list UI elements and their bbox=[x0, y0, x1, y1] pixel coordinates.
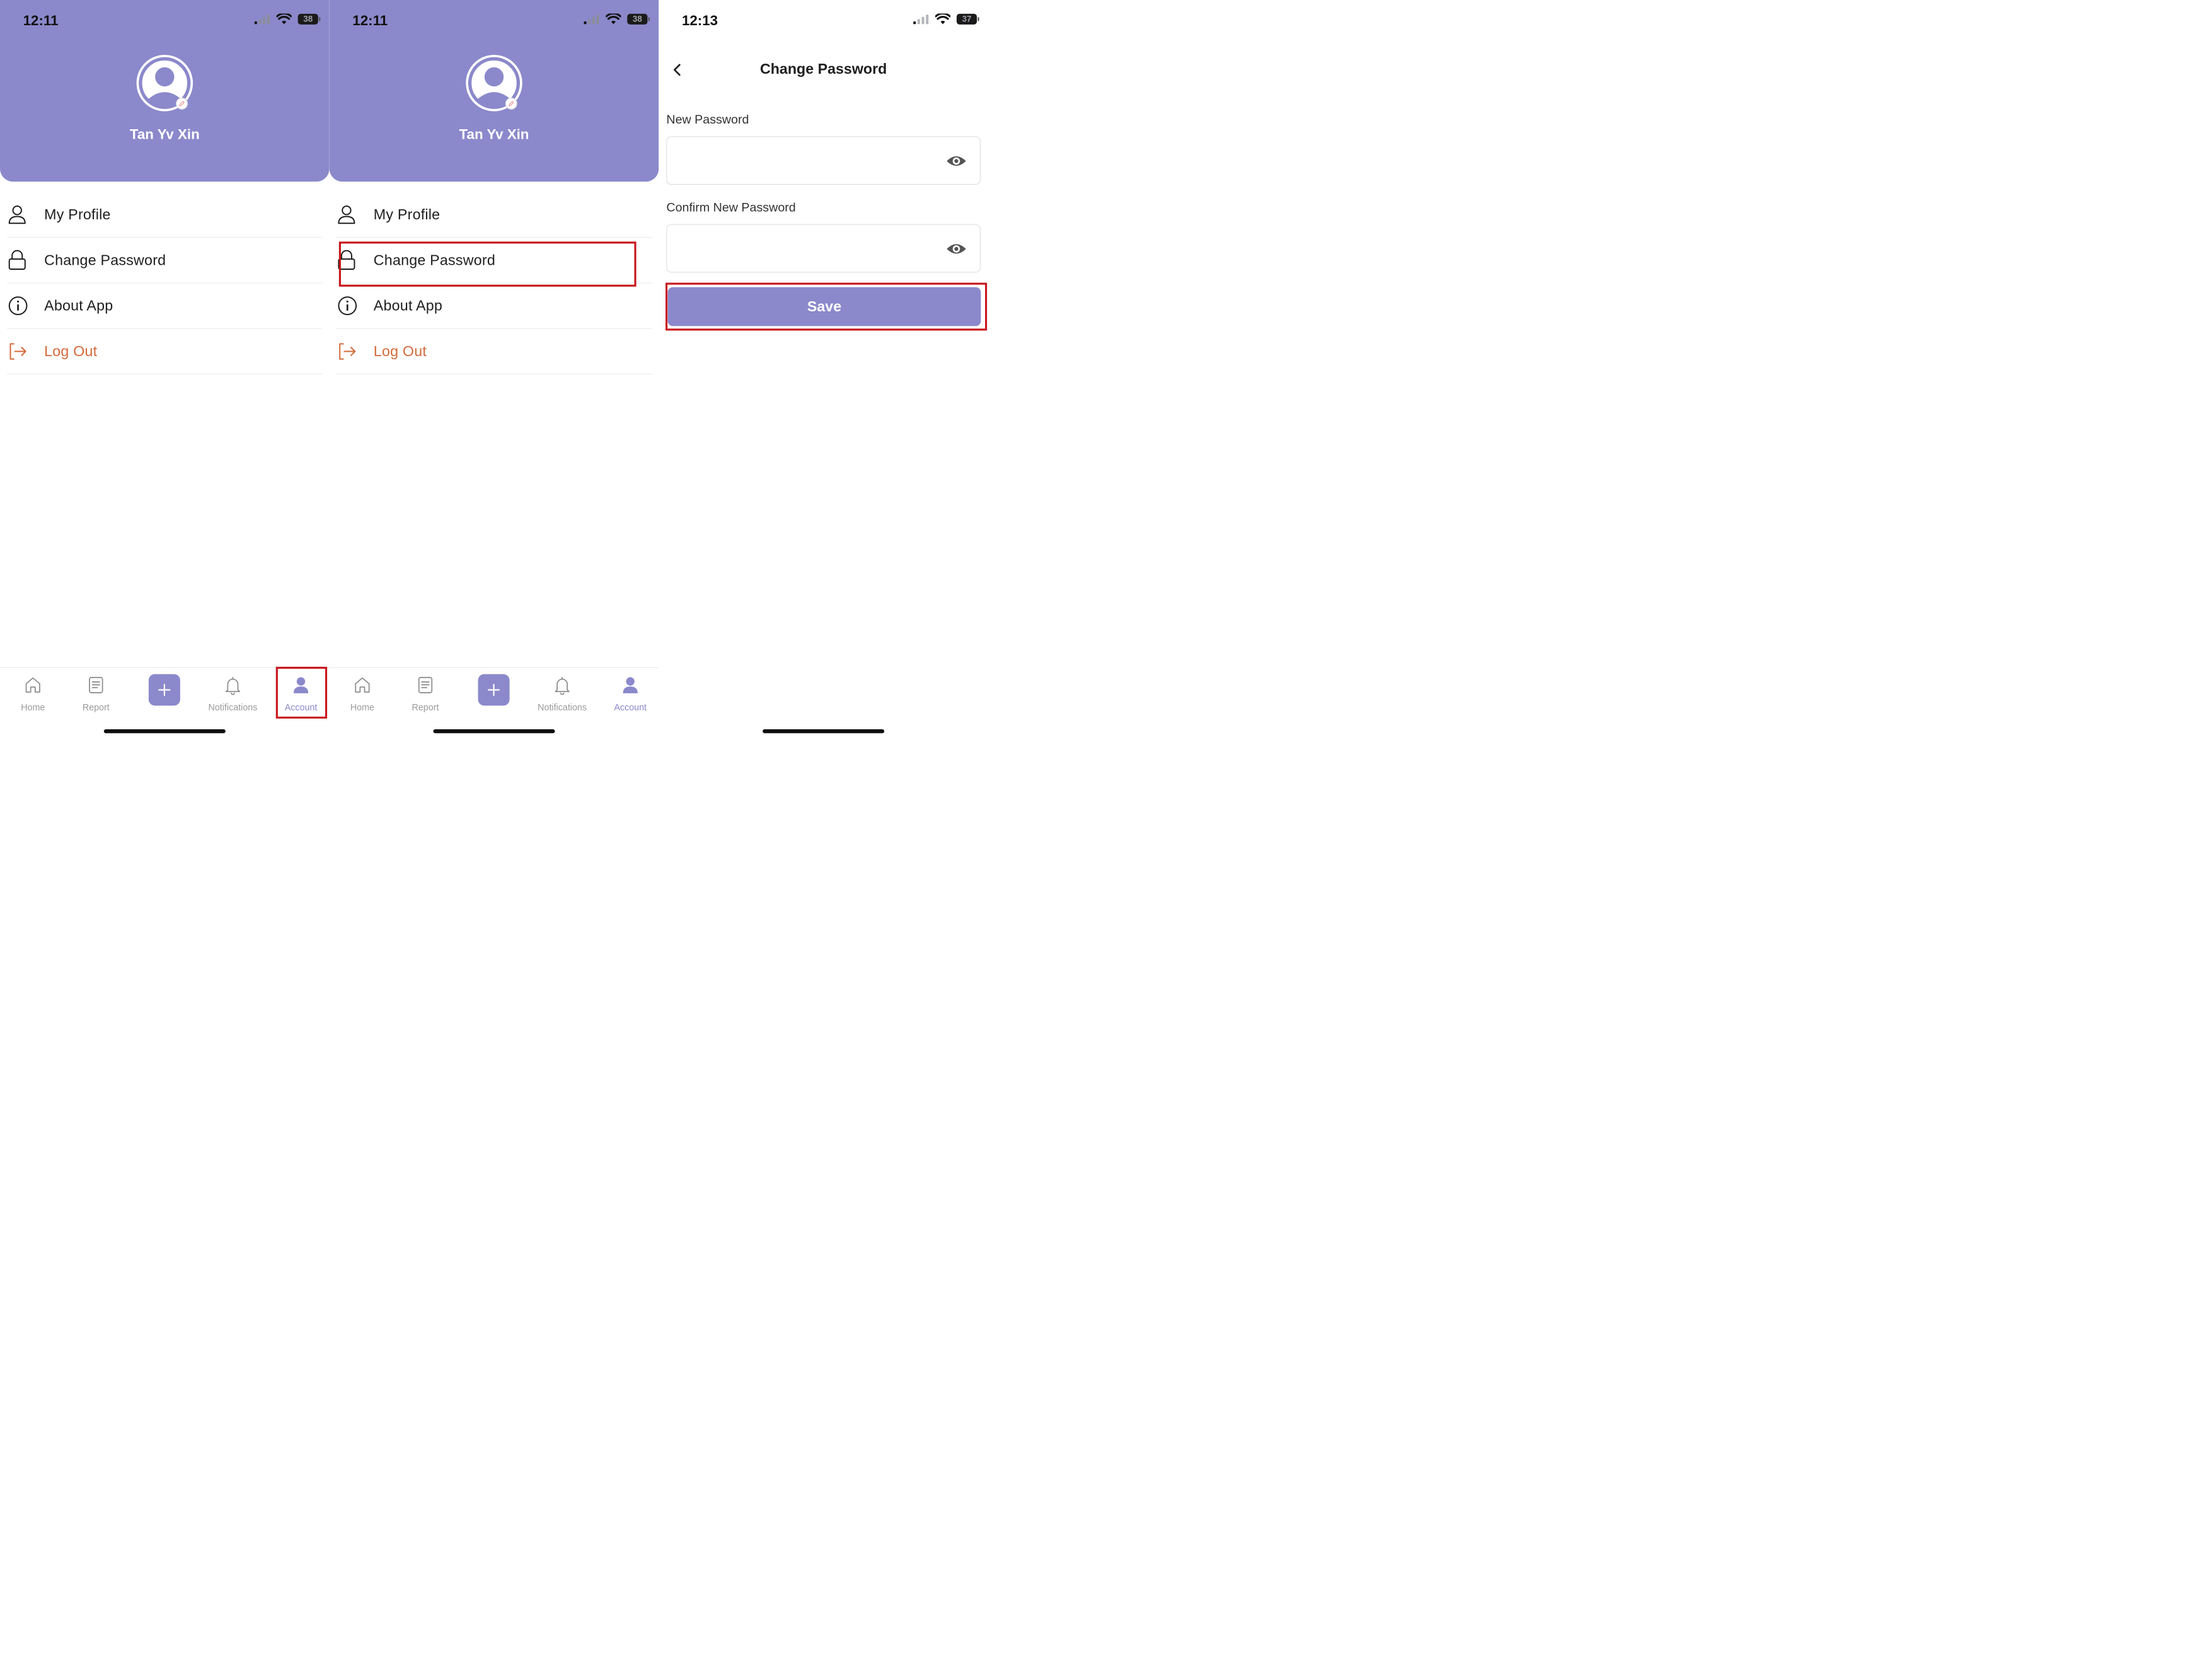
tab-report[interactable]: Report bbox=[393, 668, 459, 719]
eye-icon bbox=[947, 244, 966, 254]
user-name: Tan Yv Xin bbox=[129, 126, 200, 142]
wifi-icon bbox=[276, 13, 292, 25]
tab-home[interactable]: Home bbox=[0, 668, 66, 719]
bottom-tab-bar: Home Report Notifications Account bbox=[0, 667, 330, 719]
home-indicator bbox=[763, 729, 885, 734]
menu-label: Change Password bbox=[373, 251, 495, 269]
cellular-signal-icon bbox=[584, 14, 599, 25]
logout-icon bbox=[339, 343, 356, 360]
tab-label: Report bbox=[82, 702, 110, 713]
lock-icon bbox=[8, 250, 26, 270]
bottom-tab-bar: Home Report Notifications Account bbox=[329, 667, 659, 719]
status-bar: 12:13 37 bbox=[659, 0, 988, 42]
menu-item-my-profile[interactable]: My Profile bbox=[7, 192, 323, 238]
account-icon bbox=[623, 677, 638, 693]
status-time: 12:11 bbox=[23, 13, 59, 29]
account-menu: My Profile Change Password About App Log… bbox=[336, 192, 652, 375]
confirm-password-label: Confirm New Password bbox=[666, 200, 796, 214]
avatar[interactable] bbox=[136, 55, 193, 112]
menu-item-change-password[interactable]: Change Password bbox=[336, 238, 652, 284]
confirm-password-input[interactable] bbox=[675, 236, 930, 262]
avatar[interactable] bbox=[466, 55, 522, 112]
eye-icon bbox=[947, 156, 966, 166]
info-icon bbox=[338, 296, 357, 315]
menu-item-about-app[interactable]: About App bbox=[7, 283, 323, 329]
page-title: Change Password bbox=[759, 61, 887, 78]
user-name: Tan Yv Xin bbox=[459, 126, 529, 142]
tab-label: Account bbox=[614, 702, 647, 713]
menu-label: About App bbox=[44, 298, 113, 315]
home-indicator bbox=[103, 729, 226, 734]
document-icon bbox=[89, 676, 103, 693]
tab-label: Home bbox=[21, 702, 45, 713]
menu-item-about-app[interactable]: About App bbox=[336, 283, 652, 329]
account-icon bbox=[293, 677, 309, 693]
tab-notifications[interactable]: Notifications bbox=[529, 668, 596, 719]
edit-avatar-button[interactable] bbox=[505, 98, 517, 110]
tab-notifications[interactable]: Notifications bbox=[200, 668, 266, 719]
wifi-icon bbox=[935, 13, 951, 25]
status-bar: 12:11 38 bbox=[0, 0, 330, 42]
menu-label: Log Out bbox=[373, 343, 427, 360]
toggle-visibility-button[interactable] bbox=[946, 153, 967, 170]
person-icon bbox=[8, 205, 26, 224]
account-menu: My Profile Change Password About App Log… bbox=[7, 192, 323, 375]
info-icon bbox=[8, 296, 28, 315]
add-report-button[interactable] bbox=[478, 674, 510, 706]
tab-label: Report bbox=[412, 702, 439, 713]
status-time: 12:13 bbox=[681, 13, 718, 29]
battery-indicator: 38 bbox=[297, 13, 321, 25]
tab-label: Notifications bbox=[538, 702, 587, 713]
person-icon bbox=[338, 205, 355, 224]
bell-icon bbox=[555, 676, 570, 695]
menu-label: Change Password bbox=[44, 251, 166, 269]
menu-label: My Profile bbox=[373, 206, 441, 223]
pencil-icon bbox=[508, 101, 514, 107]
wifi-icon bbox=[606, 13, 621, 25]
home-indicator bbox=[433, 729, 555, 734]
document-icon bbox=[418, 676, 433, 693]
tab-account[interactable]: Account bbox=[597, 668, 659, 719]
add-report-button[interactable] bbox=[148, 674, 180, 706]
menu-label: My Profile bbox=[44, 206, 111, 223]
save-button[interactable]: Save bbox=[667, 287, 981, 327]
menu-item-my-profile[interactable]: My Profile bbox=[336, 192, 652, 238]
plus-icon bbox=[487, 683, 500, 697]
toggle-visibility-button[interactable] bbox=[946, 240, 967, 257]
status-time: 12:11 bbox=[352, 13, 388, 29]
tab-label: Account bbox=[284, 702, 318, 713]
battery-indicator: 38 bbox=[627, 13, 650, 25]
menu-item-log-out[interactable]: Log Out bbox=[336, 329, 652, 375]
tab-report[interactable]: Report bbox=[63, 668, 129, 719]
tab-label: Home bbox=[350, 702, 374, 713]
account-screen-1: 12:11 38 Tan Yv Xin My Profile Change Pa… bbox=[0, 0, 330, 741]
home-icon bbox=[25, 677, 40, 693]
battery-indicator: 37 bbox=[956, 13, 979, 25]
home-icon bbox=[355, 677, 370, 693]
new-password-field-box bbox=[666, 136, 981, 185]
status-bar: 12:11 38 bbox=[330, 0, 659, 42]
menu-item-log-out[interactable]: Log Out bbox=[7, 329, 323, 375]
confirm-password-field-box bbox=[666, 224, 981, 273]
cellular-signal-icon bbox=[913, 14, 929, 25]
new-password-label: New Password bbox=[666, 112, 749, 127]
account-screen-2: 12:11 38 Tan Yv Xin My Profile Change Pa… bbox=[329, 0, 659, 741]
tab-home[interactable]: Home bbox=[330, 668, 396, 719]
menu-label: About App bbox=[373, 298, 443, 315]
edit-avatar-button[interactable] bbox=[176, 98, 188, 110]
cellular-signal-icon bbox=[254, 14, 270, 25]
logout-icon bbox=[9, 343, 26, 360]
change-password-screen: 12:13 37 Change Password New Password Co… bbox=[659, 0, 988, 741]
tab-label: Notifications bbox=[208, 702, 258, 713]
new-password-input[interactable] bbox=[675, 147, 930, 175]
bell-icon bbox=[225, 676, 241, 695]
tab-account[interactable]: Account bbox=[268, 668, 329, 719]
plus-icon bbox=[158, 683, 171, 697]
lock-icon bbox=[338, 250, 355, 270]
menu-label: Log Out bbox=[44, 343, 98, 360]
menu-item-change-password[interactable]: Change Password bbox=[7, 238, 323, 284]
pencil-icon bbox=[179, 101, 185, 107]
